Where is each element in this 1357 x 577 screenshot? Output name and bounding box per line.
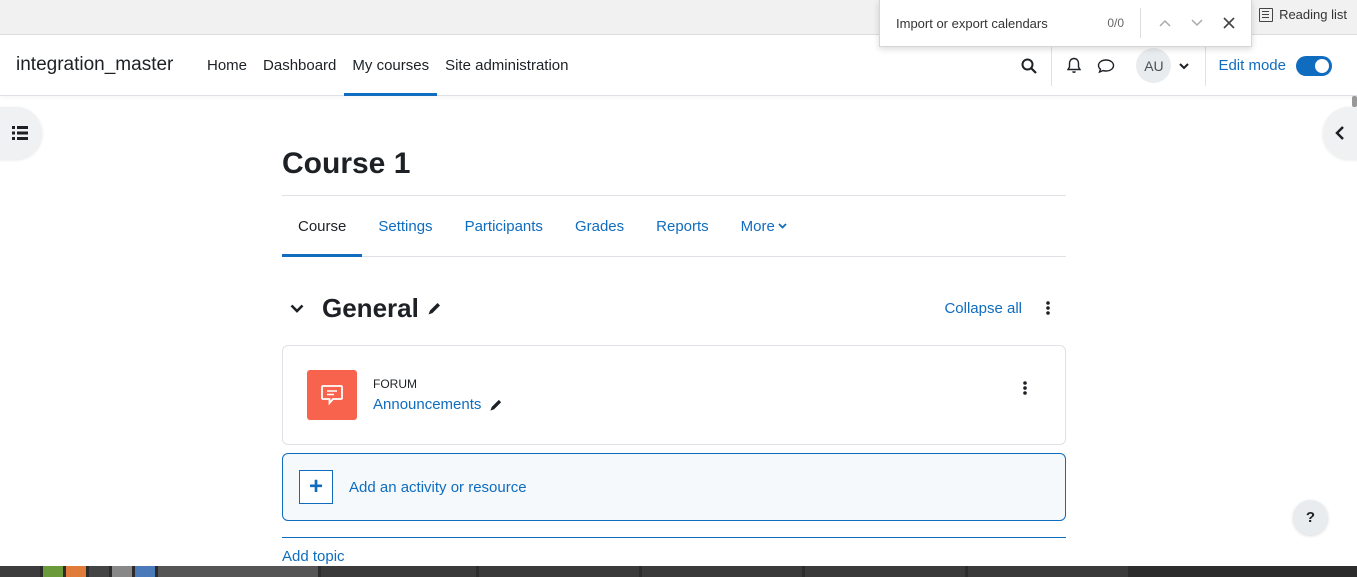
chevron-left-icon (1335, 126, 1344, 140)
messages-button[interactable] (1090, 50, 1122, 82)
collapse-all-link[interactable]: Collapse all (944, 300, 1022, 317)
block-drawer-button[interactable] (1323, 107, 1357, 159)
edit-mode-switch[interactable]: Edit mode (1218, 55, 1332, 76)
reading-list-button[interactable]: Reading list (1259, 7, 1347, 22)
forum-icon (307, 370, 357, 420)
section-collapse-toggle[interactable] (290, 304, 312, 313)
add-topic-link[interactable]: Add topic (282, 548, 345, 565)
taskbar-window-item[interactable] (479, 566, 639, 577)
chevron-down-icon (778, 223, 787, 229)
edit-mode-label: Edit mode (1218, 57, 1286, 74)
taskbar-window-item[interactable] (642, 566, 802, 577)
course-secondary-navigation: Course Settings Participants Grades Repo… (282, 196, 1066, 257)
kebab-menu-icon (1023, 381, 1027, 395)
chevron-down-icon (290, 304, 304, 313)
activity-name: Announcements (373, 396, 482, 413)
search-icon (1021, 58, 1038, 74)
add-activity-button[interactable]: + Add an activity or resource (282, 453, 1066, 521)
add-topic-divider (282, 537, 1066, 538)
navbar-divider (1051, 45, 1053, 86)
pencil-icon (490, 399, 502, 411)
notifications-button[interactable] (1058, 50, 1090, 82)
tab-reports[interactable]: Reports (640, 196, 725, 256)
tab-more-label: More (740, 217, 775, 235)
page-scrollbar[interactable] (1352, 96, 1357, 107)
section-title: General (322, 292, 419, 323)
taskbar-launcher-icon[interactable] (89, 566, 109, 577)
find-input[interactable]: Import or export calendars (896, 16, 1107, 31)
find-next-button[interactable] (1181, 7, 1213, 39)
edit-activity-name-button[interactable] (489, 398, 503, 412)
activity-link[interactable]: Announcements (373, 396, 503, 413)
taskbar-window-item[interactable] (158, 566, 318, 577)
nav-item-site-administration[interactable]: Site administration (437, 35, 576, 95)
find-bar: Import or export calendars 0/0 (879, 0, 1252, 47)
nav-item-my-courses[interactable]: My courses (344, 35, 437, 96)
search-button[interactable] (1013, 50, 1045, 82)
taskbar-launcher-icon[interactable] (135, 566, 155, 577)
find-previous-button[interactable] (1149, 7, 1181, 39)
navbar-divider (1205, 45, 1207, 86)
page-title: Course 1 (282, 147, 411, 180)
nav-item-dashboard[interactable]: Dashboard (255, 35, 344, 95)
section-header: General Collapse all (282, 288, 1066, 328)
chevron-down-icon (1191, 19, 1203, 27)
os-taskbar (0, 566, 1357, 577)
site-brand[interactable]: integration_master (16, 54, 173, 76)
reading-list-label: Reading list (1279, 7, 1347, 22)
chat-bubble-icon (1098, 58, 1115, 73)
edit-mode-toggle[interactable] (1296, 55, 1332, 76)
chevron-up-icon (1159, 19, 1171, 27)
user-avatar[interactable]: AU (1136, 48, 1172, 83)
find-close-button[interactable] (1213, 7, 1245, 39)
pencil-icon (428, 302, 440, 314)
primary-navigation: Home Dashboard My courses Site administr… (199, 35, 577, 96)
bell-icon (1067, 57, 1082, 73)
chevron-down-icon (1179, 62, 1190, 69)
close-icon (1223, 17, 1235, 29)
reading-list-icon (1259, 7, 1274, 22)
activity-actions-menu[interactable] (1017, 378, 1033, 398)
taskbar-window-item[interactable] (805, 566, 965, 577)
activity-type-label: FORUM (373, 377, 417, 391)
user-menu-toggle[interactable] (1179, 57, 1190, 75)
help-button[interactable]: ? (1293, 500, 1328, 535)
taskbar-window-item[interactable] (321, 566, 476, 577)
section-actions-menu[interactable] (1040, 298, 1056, 318)
find-count: 0/0 (1107, 16, 1124, 30)
plus-icon: + (299, 470, 333, 504)
edit-section-title-button[interactable] (427, 301, 442, 316)
tab-course[interactable]: Course (282, 196, 363, 257)
course-index-drawer-button[interactable] (0, 107, 42, 159)
tab-settings[interactable]: Settings (362, 196, 448, 256)
find-divider (1140, 8, 1141, 38)
add-activity-label: Add an activity or resource (349, 478, 527, 496)
tab-grades[interactable]: Grades (559, 196, 640, 256)
activity-card: FORUM Announcements (282, 345, 1066, 445)
taskbar-launcher-icon[interactable] (112, 566, 132, 577)
taskbar-launcher-icon[interactable] (66, 566, 86, 577)
tab-more[interactable]: More (725, 196, 803, 256)
taskbar-launcher-icon[interactable] (43, 566, 63, 577)
list-icon (12, 126, 28, 140)
tab-participants[interactable]: Participants (449, 196, 559, 256)
nav-item-home[interactable]: Home (199, 35, 255, 95)
taskbar-menu-button[interactable] (0, 566, 40, 577)
taskbar-window-item[interactable] (968, 566, 1128, 577)
kebab-menu-icon (1046, 301, 1050, 315)
